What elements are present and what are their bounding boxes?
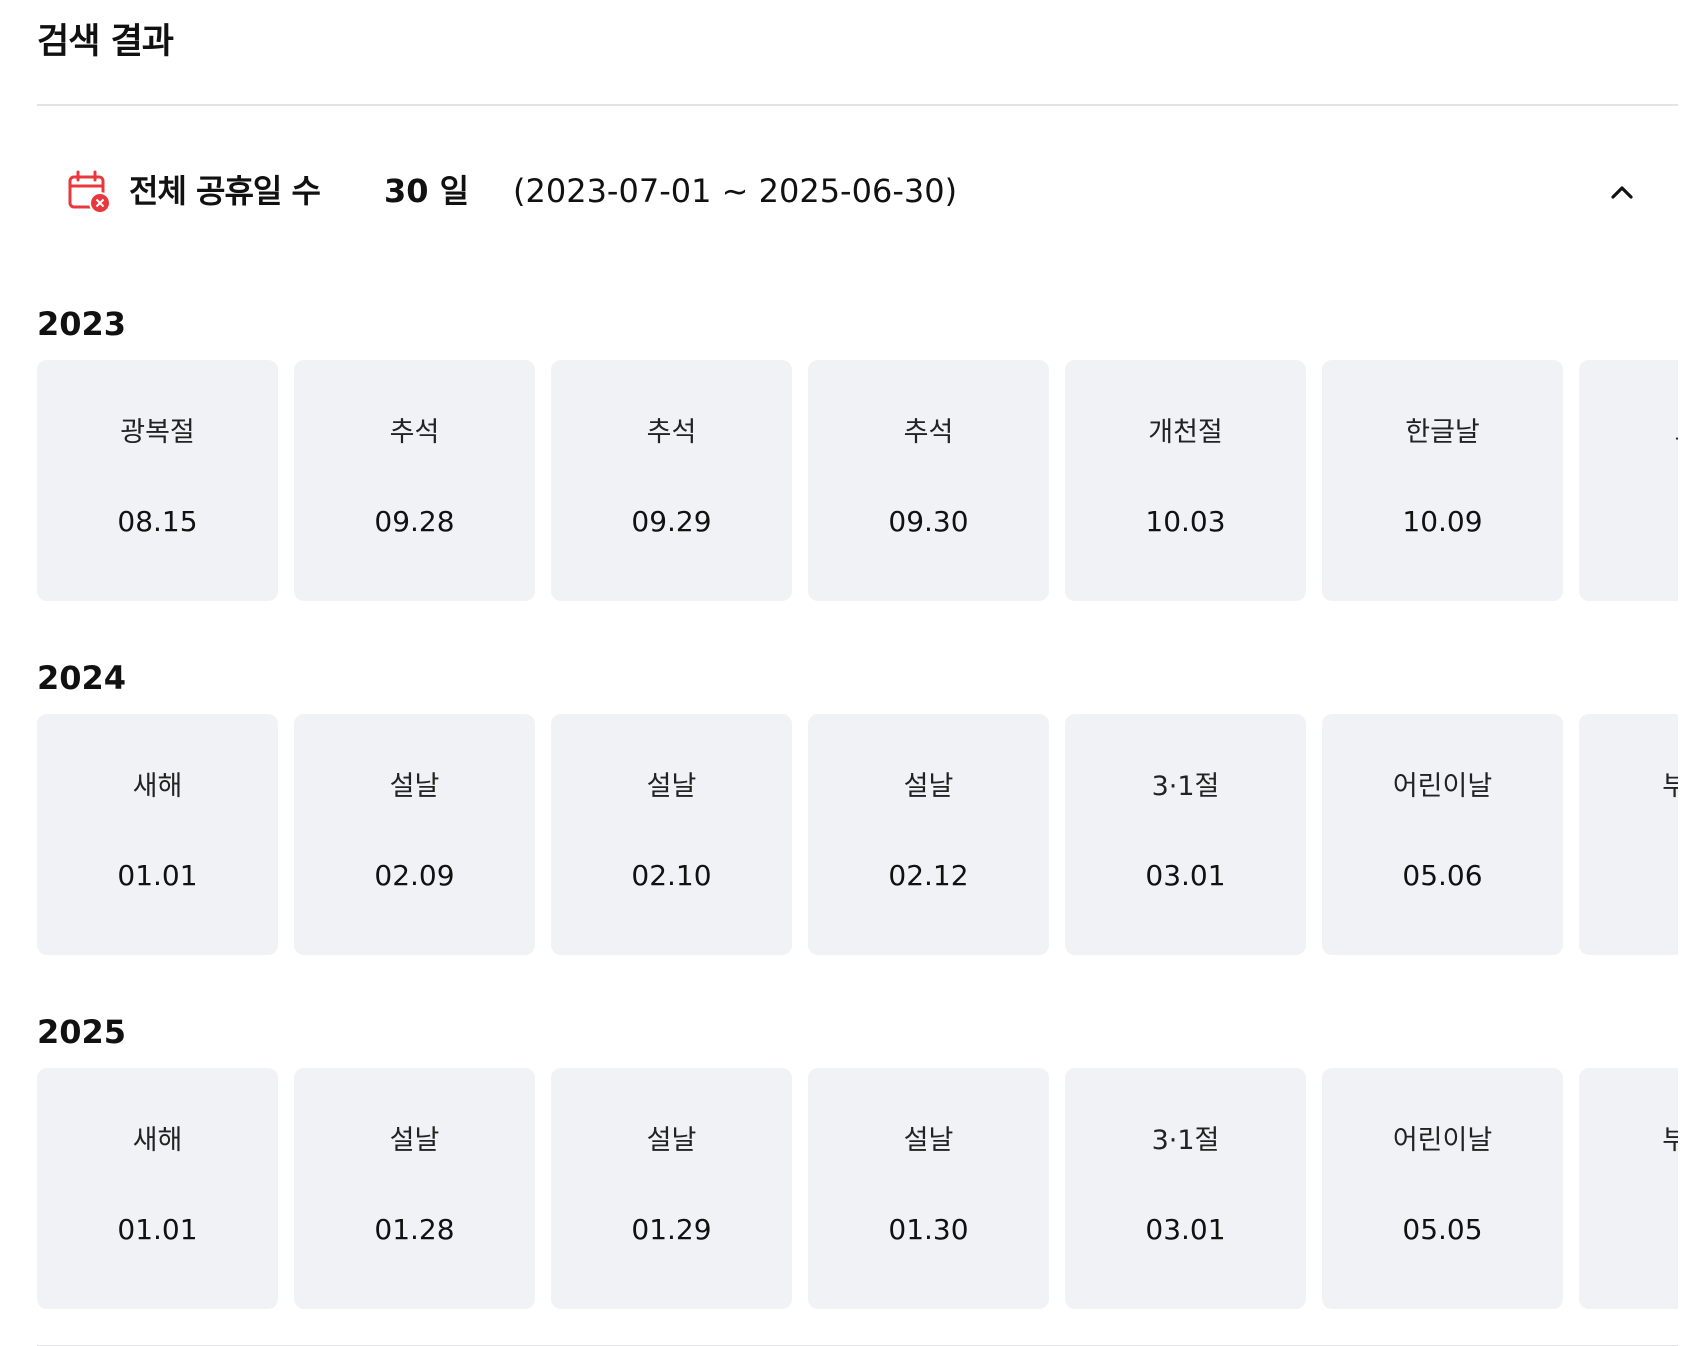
holiday-name: 새해 [132,1125,183,1156]
holiday-name: 어린이날 [1392,771,1493,802]
holiday-card[interactable]: 설날 01.30 [808,1068,1049,1309]
holiday-name: 크리 [1579,414,1678,452]
summary-label: 전체 공휴일 수 [129,172,321,210]
holiday-card-list[interactable]: 새해 01.01 설날 01.28 설날 01.29 설날 01.30 3·1절 [37,1068,1678,1310]
holiday-card[interactable]: 추석 09.28 [294,360,535,601]
holiday-date: 02.09 [374,859,455,892]
year-label: 2024 [37,659,127,697]
holiday-name: 추석 [903,417,954,448]
holiday-card[interactable]: 설날 01.29 [551,1068,792,1309]
holiday-card[interactable]: 설날 02.10 [551,714,792,955]
holiday-date: 09.30 [888,505,969,538]
holiday-card[interactable]: 추석 09.30 [808,360,1049,601]
holiday-card-list[interactable]: 새해 01.01 설날 02.09 설날 02.10 설날 02.12 3·1절 [37,714,1678,956]
holiday-card[interactable]: 3·1절 03.01 [1065,1068,1306,1309]
year-label: 2025 [37,1013,127,1051]
holiday-date: 09.29 [631,505,712,538]
page-title: 검색 결과 [37,22,174,62]
holiday-card[interactable]: 크리 1 [1579,360,1678,601]
holiday-date: 05.06 [1402,859,1483,892]
holiday-name: 어린이날 [1392,1125,1493,1156]
holiday-date: 01.29 [631,1213,712,1246]
holiday-card[interactable]: 설날 01.28 [294,1068,535,1309]
holiday-name: 부처님 [1662,771,1678,802]
holiday-card[interactable]: 새해 01.01 [37,1068,278,1309]
holiday-name: 설날 [389,771,440,802]
holiday-date: 01.01 [117,859,198,892]
holiday-date: 01.28 [374,1213,455,1246]
holiday-name: 설날 [389,1125,440,1156]
holiday-date: 1 [1579,503,1678,541]
holiday-card[interactable]: 3·1절 03.01 [1065,714,1306,955]
holiday-card[interactable]: 새해 01.01 [37,714,278,955]
search-results-page: 검색 결과 전체 공휴일 수 30 일 (2023-07-01 ~ 2025-0… [0,0,1704,1346]
holiday-name: 설날 [903,771,954,802]
holiday-card[interactable]: 설날 02.12 [808,714,1049,955]
holiday-date: 08.15 [117,505,198,538]
holiday-name: 광복절 [120,417,195,448]
chevron-up-icon [1608,178,1636,210]
holiday-date: 09.28 [374,505,455,538]
holiday-date: 01.01 [117,1213,198,1246]
holiday-date: 03.01 [1145,1213,1226,1246]
holiday-card[interactable]: 광복절 08.15 [37,360,278,601]
holiday-count: 30 일 [384,172,470,210]
holiday-date: 0 [1579,857,1678,895]
holiday-date: 10.03 [1145,505,1226,538]
holiday-date: 02.10 [631,859,712,892]
holiday-card[interactable]: 부처님 0 [1579,714,1678,955]
holiday-name: 3·1절 [1151,1125,1220,1156]
holiday-name: 설날 [646,771,697,802]
holiday-card[interactable]: 어린이날 05.05 [1322,1068,1563,1309]
divider [37,104,1678,106]
holiday-date: 03.01 [1145,859,1226,892]
holiday-name: 개천절 [1148,417,1223,448]
holiday-card[interactable]: 추석 09.29 [551,360,792,601]
holiday-card[interactable]: 어린이날 05.06 [1322,714,1563,955]
holiday-card[interactable]: 한글날 10.09 [1322,360,1563,601]
holiday-name: 부처님 [1662,1125,1678,1156]
holiday-name: 추석 [646,417,697,448]
holiday-card[interactable]: 부처님 0 [1579,1068,1678,1309]
year-label: 2023 [37,305,127,343]
date-range: (2023-07-01 ~ 2025-06-30) [513,172,958,210]
holiday-date: 0 [1579,1211,1678,1249]
holiday-name: 추석 [389,417,440,448]
holiday-date: 10.09 [1402,505,1483,538]
holiday-name: 설날 [646,1125,697,1156]
holiday-date: 02.12 [888,859,969,892]
holiday-date: 01.30 [888,1213,969,1246]
calendar-x-icon [67,170,113,216]
holiday-summary-row: 전체 공휴일 수 30 일 (2023-07-01 ~ 2025-06-30) [37,160,1678,230]
holiday-card[interactable]: 개천절 10.03 [1065,360,1306,601]
holiday-card-list[interactable]: 광복절 08.15 추석 09.28 추석 09.29 추석 09.30 개천절 [37,360,1678,602]
holiday-name: 3·1절 [1151,771,1220,802]
collapse-button[interactable] [1600,172,1644,216]
holiday-name: 한글날 [1405,417,1480,448]
holiday-name: 새해 [132,771,183,802]
holiday-card[interactable]: 설날 02.09 [294,714,535,955]
holiday-name: 설날 [903,1125,954,1156]
holiday-date: 05.05 [1402,1213,1483,1246]
